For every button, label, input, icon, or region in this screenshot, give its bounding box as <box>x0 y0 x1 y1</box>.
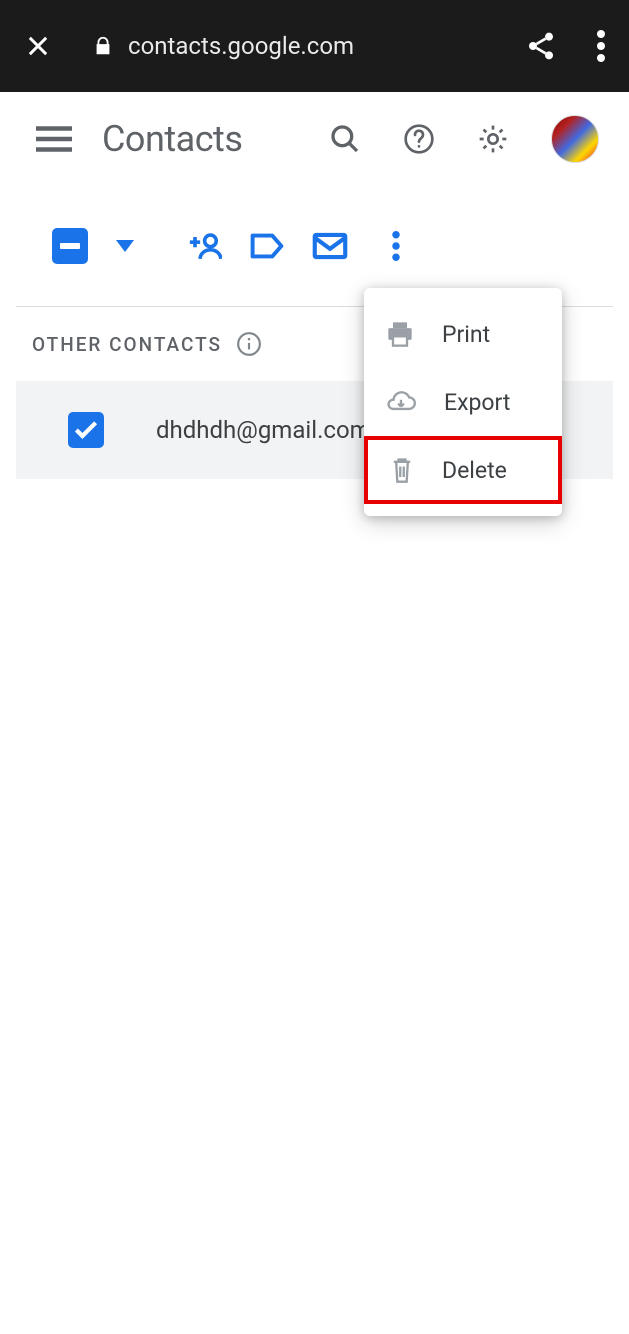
share-icon[interactable] <box>525 30 557 62</box>
lock-icon <box>92 35 114 57</box>
menu-item-export[interactable]: Export <box>364 368 562 436</box>
select-all-checkbox[interactable] <box>52 228 88 264</box>
contact-checkbox[interactable] <box>68 412 104 448</box>
search-icon[interactable] <box>329 123 361 155</box>
help-icon[interactable] <box>403 123 435 155</box>
browser-bar: contacts.google.com <box>0 0 629 92</box>
dropdown-arrow-icon[interactable] <box>116 240 134 252</box>
menu-item-label: Print <box>442 321 490 348</box>
gear-icon[interactable] <box>477 123 509 155</box>
close-icon[interactable] <box>24 32 52 60</box>
avatar[interactable] <box>551 115 599 163</box>
more-actions-icon[interactable] <box>392 231 400 261</box>
section-title: OTHER CONTACTS <box>32 333 222 356</box>
url-text: contacts.google.com <box>128 32 354 60</box>
menu-item-delete[interactable]: Delete <box>364 436 562 504</box>
printer-icon <box>386 321 414 347</box>
app-header: Contacts <box>0 92 629 186</box>
menu-item-label: Export <box>444 389 510 416</box>
address-bar[interactable]: contacts.google.com <box>92 32 525 60</box>
more-actions-menu: Print Export Delete <box>364 288 562 516</box>
cloud-download-icon <box>386 390 416 414</box>
add-contact-icon[interactable] <box>186 231 222 261</box>
hamburger-menu-icon[interactable] <box>36 125 72 153</box>
label-icon[interactable] <box>250 232 284 260</box>
info-icon[interactable] <box>236 331 262 357</box>
app-title: Contacts <box>102 118 329 160</box>
kebab-menu-icon[interactable] <box>597 30 605 62</box>
email-icon[interactable] <box>312 231 348 261</box>
menu-item-print[interactable]: Print <box>364 300 562 368</box>
contact-email: dhdhdh@gmail.com <box>156 416 371 444</box>
menu-item-label: Delete <box>442 457 507 484</box>
trash-icon <box>390 456 414 484</box>
